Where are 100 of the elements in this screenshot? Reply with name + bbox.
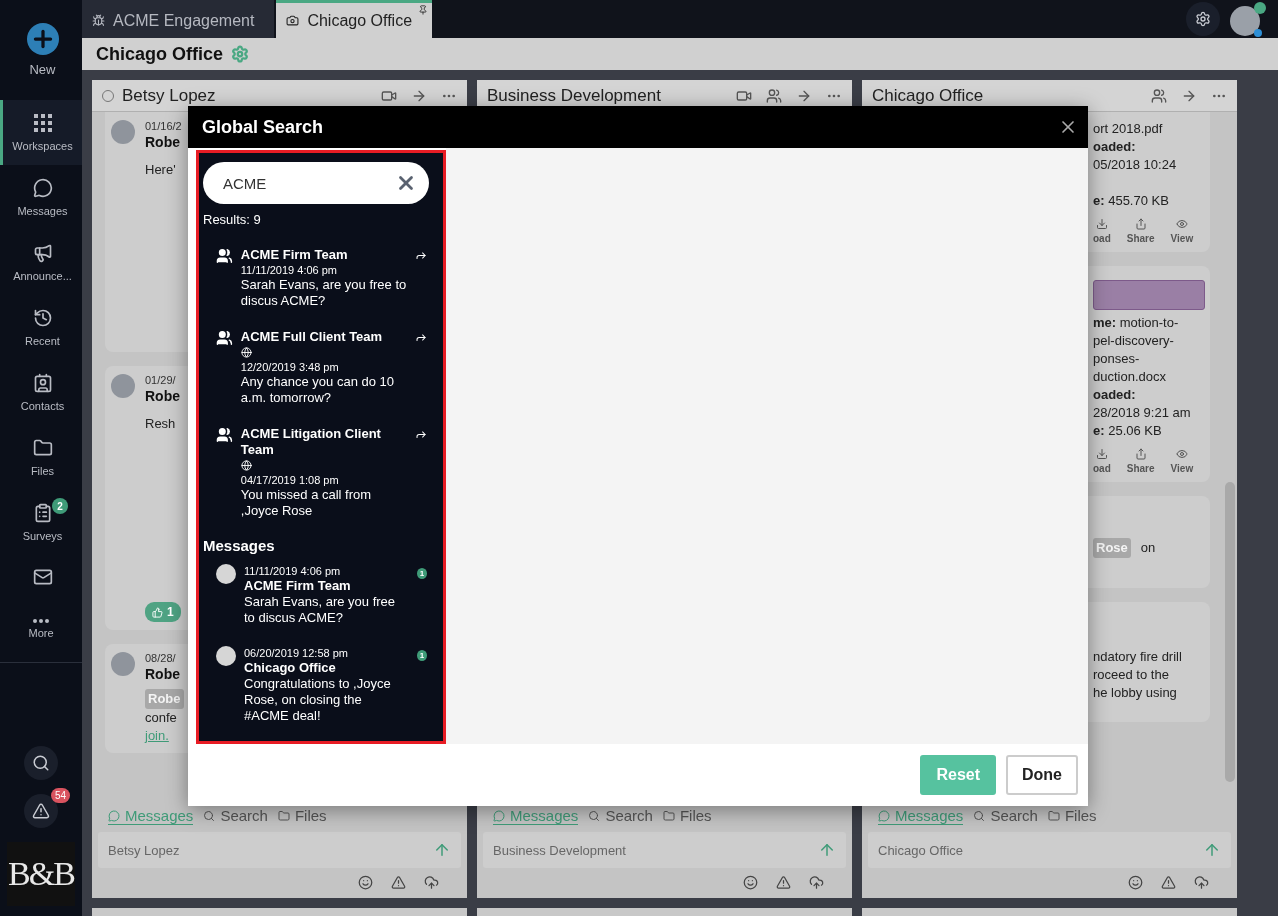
smile-icon[interactable] bbox=[743, 874, 758, 890]
nav-icon bbox=[32, 567, 53, 587]
search-icon bbox=[973, 809, 986, 822]
search-button[interactable] bbox=[24, 746, 58, 780]
download-icon bbox=[1095, 448, 1108, 460]
forward-icon bbox=[414, 249, 427, 262]
composer-tab[interactable]: Search bbox=[203, 807, 268, 825]
avatar bbox=[111, 374, 135, 398]
bug-icon bbox=[92, 14, 105, 27]
status-dot bbox=[1254, 2, 1266, 14]
column-title: Business Development bbox=[487, 85, 662, 106]
message-input[interactable]: Betsy Lopez bbox=[98, 832, 461, 868]
team-result[interactable]: ACME Firm Team 11/11/2019 4:06 pm Sarah Evans, are you free to discus ACME? bbox=[200, 247, 443, 309]
forward-icon bbox=[414, 331, 427, 344]
more-icon bbox=[33, 618, 49, 623]
mention-tag: Rose bbox=[1093, 538, 1131, 558]
sidebar-item[interactable]: Announce... bbox=[0, 230, 82, 295]
file-action[interactable]: Share bbox=[1126, 448, 1155, 474]
file-action[interactable]: oad bbox=[1093, 448, 1111, 474]
avatar bbox=[111, 120, 135, 144]
settings-icon bbox=[1195, 11, 1211, 27]
composer-tab[interactable]: Search bbox=[973, 807, 1038, 825]
alert-icon[interactable] bbox=[1161, 874, 1176, 890]
workspace-title: Chicago Office bbox=[96, 43, 224, 65]
workspace-tab[interactable]: Chicago Office bbox=[276, 0, 433, 38]
scrollbar-thumb[interactable] bbox=[1225, 482, 1235, 782]
people-icon[interactable] bbox=[1151, 87, 1167, 104]
avatar bbox=[216, 646, 236, 666]
file-detail: ort 2018.pdf bbox=[1093, 120, 1163, 138]
sidebar-item[interactable]: Files bbox=[0, 425, 82, 490]
download-icon bbox=[1095, 218, 1108, 230]
search-icon bbox=[32, 754, 50, 772]
chat-icon bbox=[493, 809, 505, 822]
column-title: Chicago Office bbox=[872, 85, 985, 106]
done-button[interactable]: Done bbox=[1006, 755, 1078, 795]
message-text: ndatory fire drill bbox=[1093, 648, 1182, 666]
user-avatar[interactable] bbox=[1230, 6, 1260, 36]
sidebar-item[interactable]: Surveys 2 bbox=[0, 490, 82, 555]
file-detail: 05/2018 10:24 bbox=[1093, 156, 1177, 174]
file-action[interactable]: View bbox=[1170, 448, 1194, 474]
plus-icon bbox=[26, 23, 59, 55]
share-icon bbox=[1134, 218, 1147, 230]
eye-icon bbox=[1175, 448, 1188, 460]
count-badge: 2 bbox=[52, 498, 68, 514]
file-detail: oaded: bbox=[1093, 138, 1136, 156]
message-author: Robe bbox=[145, 133, 180, 151]
people-icon bbox=[216, 426, 233, 444]
smile-icon[interactable] bbox=[1128, 874, 1143, 890]
team-result[interactable]: ACME Litigation Client Team 04/17/2019 1:08 pm You missed a call from ,Joyce Rose bbox=[200, 426, 443, 519]
upload-icon[interactable] bbox=[424, 874, 439, 890]
search-field[interactable]: ACME bbox=[203, 162, 429, 204]
file-action[interactable]: Share bbox=[1126, 218, 1155, 244]
message-date: 08/28/ bbox=[145, 652, 176, 665]
logo: B&B bbox=[7, 842, 75, 906]
people-icon[interactable] bbox=[766, 87, 782, 104]
file-detail: oaded: bbox=[1093, 386, 1136, 404]
search-icon bbox=[203, 809, 216, 822]
message-input[interactable]: Business Development bbox=[483, 832, 846, 868]
search-icon bbox=[588, 809, 601, 822]
file-detail: ponses- bbox=[1093, 350, 1140, 368]
eye-icon bbox=[1175, 218, 1188, 230]
chat-icon bbox=[878, 809, 890, 822]
nav-icon bbox=[32, 113, 53, 133]
dialog-title: Global Search bbox=[202, 116, 324, 138]
file-action[interactable]: oad bbox=[1093, 218, 1111, 244]
sidebar-item[interactable]: New bbox=[0, 0, 82, 100]
folder-icon bbox=[277, 809, 290, 822]
composer-tab[interactable]: Files bbox=[662, 807, 712, 825]
message-result[interactable]: 06/20/2019 12:58 pm Chicago Office Congratulations to ,Joyce Rose, on closing the #ACME deal! 1 bbox=[200, 646, 443, 724]
message-input[interactable]: Chicago Office bbox=[868, 832, 1231, 868]
alert-icon[interactable] bbox=[776, 874, 791, 890]
composer-tab[interactable]: Files bbox=[277, 807, 327, 825]
composer-tab[interactable]: Search bbox=[588, 807, 653, 825]
message-text: on bbox=[1140, 539, 1156, 557]
smile-icon[interactable] bbox=[358, 874, 373, 890]
nav-icon bbox=[32, 438, 53, 458]
settings-button[interactable] bbox=[1186, 2, 1220, 36]
chat-icon bbox=[108, 809, 120, 822]
sidebar-item[interactable]: Contacts bbox=[0, 360, 82, 425]
camera-icon bbox=[286, 14, 300, 27]
count-badge: 1 bbox=[416, 650, 427, 661]
section-heading: Messages bbox=[203, 537, 276, 554]
team-result[interactable]: ACME Full Client Team 12/20/2019 3:48 pm Any chance you can do 10 a.m. tomorrow? bbox=[200, 329, 443, 406]
message-date: 01/16/2 bbox=[145, 120, 182, 133]
upload-icon[interactable] bbox=[1194, 874, 1209, 890]
nav-icon bbox=[32, 243, 53, 263]
folder-icon bbox=[662, 809, 675, 822]
workspace-tab[interactable]: ACME Engagement bbox=[82, 0, 275, 38]
composer-tab[interactable]: Files bbox=[1047, 807, 1097, 825]
message-result[interactable]: 11/11/2019 4:06 pm ACME Firm Team Sarah Evans, are you free to discus ACME? 1 bbox=[200, 564, 443, 626]
help-dot bbox=[1254, 29, 1262, 37]
sidebar-item[interactable]: Recent bbox=[0, 295, 82, 360]
alert-icon[interactable] bbox=[391, 874, 406, 890]
file-action[interactable]: View bbox=[1170, 218, 1194, 244]
sidebar-item[interactable]: Workspaces bbox=[0, 100, 82, 165]
file-detail: 28/2018 9:21 am bbox=[1093, 404, 1191, 422]
file-detail: e: 455.70 KB bbox=[1093, 192, 1169, 210]
file-detail: me: motion-to- bbox=[1093, 314, 1179, 332]
upload-icon[interactable] bbox=[809, 874, 824, 890]
sidebar-item[interactable]: Messages bbox=[0, 165, 82, 230]
